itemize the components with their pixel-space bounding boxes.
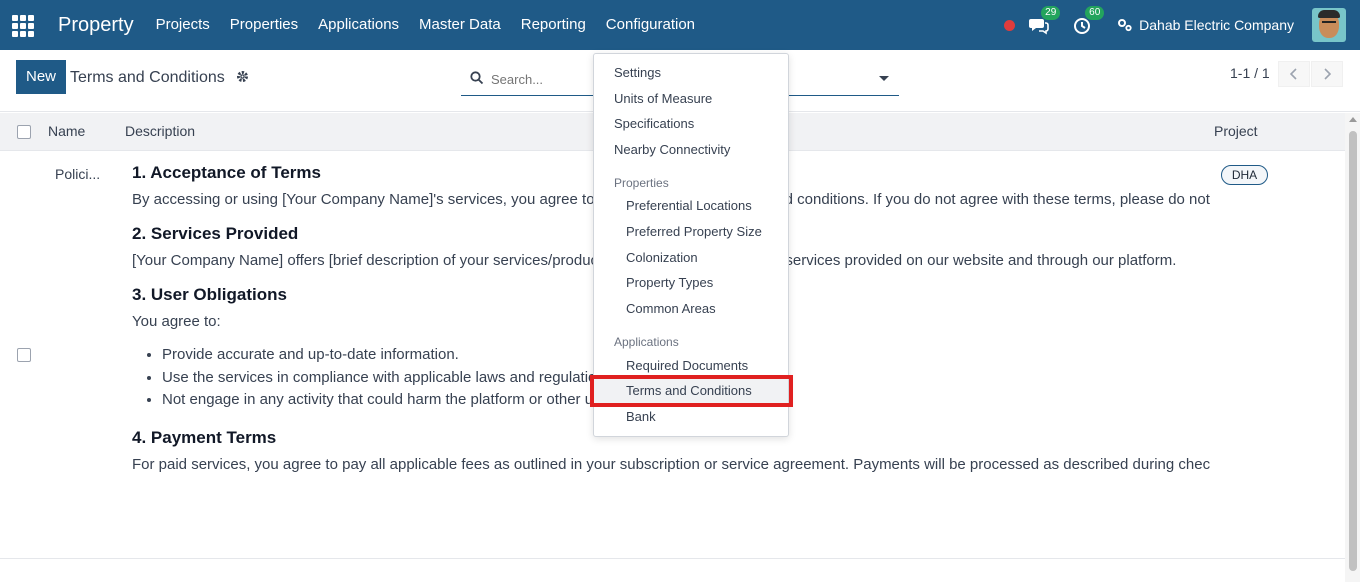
menu-properties[interactable]: Properties xyxy=(220,0,308,50)
pager-value[interactable]: 1-1 / 1 xyxy=(1230,65,1270,81)
menu-item-units-of-measure[interactable]: Units of Measure xyxy=(594,87,788,111)
multi-company-gears-icon[interactable] xyxy=(1117,17,1133,33)
menu-section-applications: Applications xyxy=(614,335,679,349)
user-avatar[interactable] xyxy=(1312,8,1346,42)
column-header-name[interactable]: Name xyxy=(48,123,85,139)
row-name-cell[interactable]: Polici... xyxy=(55,166,100,182)
menu-applications[interactable]: Applications xyxy=(308,0,409,50)
breadcrumb-title: Terms and Conditions xyxy=(70,69,225,86)
search-icon[interactable] xyxy=(470,71,484,85)
row-checkbox[interactable] xyxy=(17,348,31,362)
chat-button[interactable]: 29 xyxy=(1029,6,1061,37)
scrollbar-thumb[interactable] xyxy=(1349,131,1357,571)
chevron-right-icon xyxy=(1324,68,1331,80)
menu-item-property-types[interactable]: Property Types xyxy=(594,271,788,295)
menu-item-nearby-connectivity[interactable]: Nearby Connectivity xyxy=(594,138,788,162)
vertical-scrollbar[interactable] xyxy=(1345,113,1360,582)
menu-item-colonization[interactable]: Colonization xyxy=(594,246,788,270)
terms-paragraph-4: For paid services, you agree to pay all … xyxy=(132,455,1210,473)
menu-reporting[interactable]: Reporting xyxy=(511,0,596,50)
menu-item-preferential-locations[interactable]: Preferential Locations xyxy=(594,194,788,218)
app-grid-icon[interactable] xyxy=(12,15,34,37)
column-header-description[interactable]: Description xyxy=(125,123,195,139)
chat-count-badge: 29 xyxy=(1041,6,1061,20)
menu-item-preferred-property-size[interactable]: Preferred Property Size xyxy=(594,220,788,244)
company-name[interactable]: Dahab Electric Company xyxy=(1139,17,1294,33)
recording-dot-icon[interactable] xyxy=(1004,19,1016,31)
top-navbar: Property Projects Properties Application… xyxy=(0,0,1360,50)
highlight-annotation-box xyxy=(590,375,793,407)
menu-item-bank[interactable]: Bank xyxy=(594,405,788,429)
menu-item-common-areas[interactable]: Common Areas xyxy=(594,297,788,321)
pager-next-button[interactable] xyxy=(1311,61,1343,87)
pager-previous-button[interactable] xyxy=(1278,61,1310,87)
chevron-left-icon xyxy=(1290,68,1297,80)
menu-section-properties: Properties xyxy=(614,176,669,190)
menu-item-settings[interactable]: Settings xyxy=(594,61,788,85)
column-header-project[interactable]: Project xyxy=(1214,123,1258,139)
clock-icon xyxy=(1074,18,1091,34)
menu-projects[interactable]: Projects xyxy=(146,0,220,50)
navbar-systray: 29 60 Dahab Electric Company xyxy=(1004,0,1360,50)
search-options-caret-icon[interactable] xyxy=(879,76,889,81)
gear-icon[interactable] xyxy=(236,70,249,83)
new-button[interactable]: New xyxy=(16,60,66,94)
activity-button[interactable]: 60 xyxy=(1073,6,1105,37)
select-all-checkbox[interactable] xyxy=(17,125,31,139)
menu-item-specifications[interactable]: Specifications xyxy=(594,112,788,136)
app-brand[interactable]: Property xyxy=(58,14,134,37)
menu-configuration[interactable]: Configuration xyxy=(595,0,706,50)
scroll-up-arrow-icon[interactable] xyxy=(1349,117,1357,122)
menu-master-data[interactable]: Master Data xyxy=(409,0,511,50)
activity-count-badge: 60 xyxy=(1085,6,1105,20)
project-tag[interactable]: DHA xyxy=(1221,165,1268,185)
